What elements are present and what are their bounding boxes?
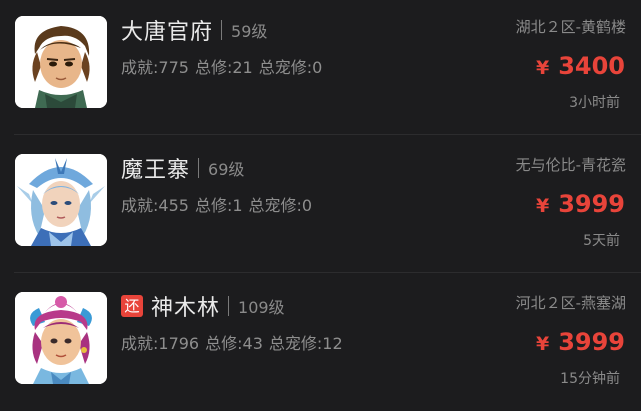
- price: ¥ 3999: [536, 328, 625, 356]
- achievement-stat: 成就:455: [121, 196, 189, 215]
- listing-item[interactable]: 还 神木林 109级 成就:1796 总修:43 总宠修:12 河北２区-燕塞湖 ¥…: [0, 276, 641, 411]
- listing-item[interactable]: 大唐官府 59级 成就:775 总修:21 总宠修:0 湖北２区-黄鹤楼 ¥ 340…: [0, 0, 641, 135]
- title-divider: [221, 20, 223, 40]
- price-value: 3999: [558, 328, 625, 356]
- price: ¥ 3999: [536, 190, 625, 218]
- character-name: 魔王寨: [121, 158, 191, 183]
- server-name: 无与伦比-青花瓷: [515, 156, 626, 174]
- character-level: 109级: [238, 298, 285, 317]
- listing-time: 5天前: [583, 233, 620, 249]
- pet-cultivation-stat: 总宠修:0: [248, 196, 313, 215]
- server-name: 河北２区-燕塞湖: [515, 294, 626, 312]
- price: ¥ 3400: [536, 52, 625, 80]
- price-value: 3999: [558, 190, 625, 218]
- forest-mage-avatar-icon: [15, 292, 107, 384]
- listing-time: 3小时前: [569, 95, 620, 111]
- character-name: 神木林: [151, 296, 221, 321]
- listing-item[interactable]: 魔王寨 69级 成就:455 总修:1 总宠修:0 无与伦比-青花瓷 ¥ 3999 …: [0, 138, 641, 273]
- server-name: 湖北２区-黄鹤楼: [515, 18, 626, 36]
- character-level: 59级: [231, 22, 268, 41]
- currency-symbol: ¥: [535, 195, 550, 217]
- cultivation-stat: 总修:21: [194, 58, 253, 77]
- title-divider: [198, 158, 200, 178]
- achievement-stat: 成就:775: [121, 58, 189, 77]
- currency-symbol: ¥: [535, 333, 550, 355]
- character-level: 69级: [208, 160, 245, 179]
- character-stats: 成就:775 总修:21 总宠修:0: [121, 54, 328, 78]
- return-tag-badge: 还: [121, 295, 143, 317]
- character-name: 大唐官府: [121, 20, 214, 45]
- row-divider: [14, 134, 641, 135]
- pet-cultivation-stat: 总宠修:0: [258, 58, 323, 77]
- currency-symbol: ¥: [535, 57, 550, 79]
- listing-title-line: 大唐官府 59级: [121, 14, 267, 46]
- character-stats: 成就:1796 总修:43 总宠修:12: [121, 330, 349, 354]
- listing-title-line: 魔王寨 69级: [121, 152, 244, 184]
- row-divider: [14, 272, 641, 273]
- cultivation-stat: 总修:43: [205, 334, 263, 353]
- pet-cultivation-stat: 总宠修:12: [268, 334, 343, 353]
- price-value: 3400: [558, 52, 625, 80]
- demon-king-avatar-icon: [15, 154, 107, 246]
- cultivation-stat: 总修:1: [194, 196, 243, 215]
- listing-time: 15分钟前: [560, 371, 620, 387]
- warrior-avatar-icon: [15, 16, 107, 108]
- listing-list: 大唐官府 59级 成就:775 总修:21 总宠修:0 湖北２区-黄鹤楼 ¥ 340…: [0, 0, 641, 411]
- listing-title-line: 还 神木林 109级: [121, 290, 285, 322]
- character-stats: 成就:455 总修:1 总宠修:0: [121, 192, 318, 216]
- title-divider: [228, 296, 230, 316]
- achievement-stat: 成就:1796: [121, 334, 200, 353]
